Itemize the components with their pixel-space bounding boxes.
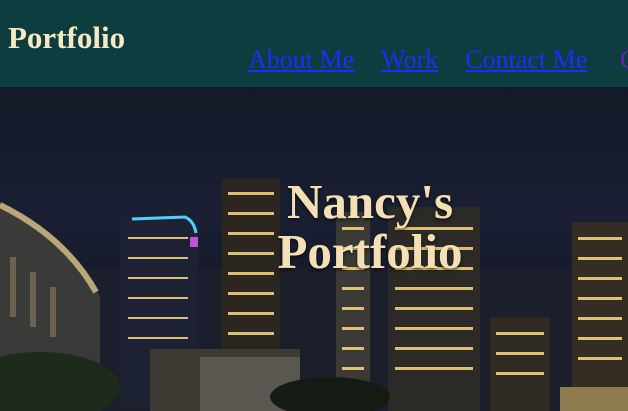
nav-link-work[interactable]: Work	[381, 45, 438, 75]
hero-banner: Nancy's Portfolio	[0, 87, 628, 411]
nav-link-about-me[interactable]: About Me	[248, 45, 354, 75]
hero-title-line-2: Portfolio	[277, 224, 463, 279]
site-header: Portfolio About Me Work Contact Me C	[0, 0, 628, 87]
hero-title-line-1: Nancy's	[286, 174, 454, 229]
hero-title: Nancy's Portfolio	[0, 177, 628, 277]
main-nav: About Me Work Contact Me C	[248, 45, 628, 75]
nav-link-overflow[interactable]: C	[620, 45, 628, 75]
nav-link-contact-me[interactable]: Contact Me	[465, 45, 587, 75]
site-brand[interactable]: Portfolio	[8, 20, 125, 56]
